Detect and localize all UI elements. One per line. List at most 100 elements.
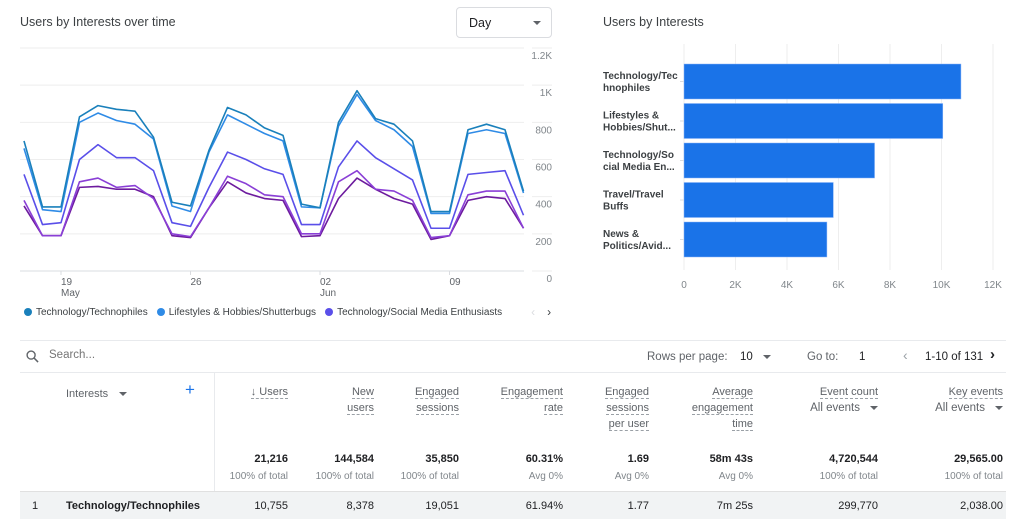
- dimension-header[interactable]: Interests: [66, 386, 128, 402]
- column-header-label: sessions: [416, 402, 459, 415]
- column-total-sub: Avg 0%: [614, 471, 649, 482]
- category-label: News &: [603, 229, 639, 240]
- chevron-down-icon: [762, 354, 771, 359]
- event-filter-dropdown[interactable]: All events: [935, 400, 1003, 416]
- bar[interactable]: [683, 103, 944, 139]
- category-label: hnophiles: [603, 83, 651, 94]
- row-cell: 19,051: [425, 500, 459, 512]
- column-header-label: Key events: [948, 386, 1003, 399]
- granularity-dropdown[interactable]: Day: [456, 7, 552, 38]
- goto-input[interactable]: 1: [859, 351, 865, 363]
- series-line-technology-technophiles[interactable]: [23, 89, 525, 213]
- column-total-sub: Avg 0%: [718, 471, 753, 482]
- column-total: 60.31%: [525, 453, 563, 465]
- column-total: 21,216: [254, 453, 288, 465]
- legend-item[interactable]: Technology/Technophiles: [24, 307, 148, 318]
- column-header-label: Event count: [819, 386, 878, 399]
- legend-dot-icon: [325, 308, 334, 316]
- chevron-down-icon: [119, 392, 128, 397]
- legend-next-icon[interactable]: ›: [547, 305, 551, 319]
- column-header-label: Engagement: [500, 386, 563, 399]
- legend-label: Technology/Technophiles: [36, 306, 148, 318]
- bar[interactable]: [683, 221, 828, 258]
- search-input[interactable]: [49, 349, 349, 361]
- legend-prev-icon[interactable]: ‹: [531, 305, 535, 319]
- next-page-button[interactable]: ›: [990, 346, 995, 363]
- x-tick-label: 02: [320, 277, 332, 288]
- column-header[interactable]: Key events All events: [935, 384, 1003, 416]
- y-tick-label: 0: [546, 274, 552, 285]
- y-tick-label: 200: [535, 237, 552, 248]
- legend-label: Technology/Social Media Enthusiasts: [337, 306, 503, 318]
- chevron-down-icon: [995, 405, 1003, 410]
- column-header-label: users: [347, 402, 374, 415]
- column-header-label: time: [732, 418, 753, 431]
- event-filter-dropdown[interactable]: All events: [810, 400, 878, 416]
- y-tick-label: 800: [535, 125, 552, 136]
- column-header[interactable]: New users: [347, 384, 374, 416]
- column-header-label: Engaged: [414, 386, 459, 399]
- column-total: 4,720,544: [829, 453, 878, 465]
- category-label: Politics/Avid...: [603, 241, 671, 252]
- column-header[interactable]: Average engagement time: [691, 384, 753, 432]
- chevron-down-icon: [533, 21, 541, 25]
- bar[interactable]: [683, 63, 962, 100]
- bar[interactable]: [683, 182, 834, 218]
- add-dimension-icon[interactable]: +: [185, 381, 195, 398]
- bar[interactable]: [683, 142, 875, 179]
- legend-label: Lifestyles & Hobbies/Shutterbugs: [168, 306, 317, 318]
- category-label: Lifestyles &: [603, 111, 659, 122]
- column-header-label: sessions: [606, 402, 649, 415]
- column-header[interactable]: Engaged sessions per user: [604, 384, 649, 432]
- column-header[interactable]: ↓ Users: [250, 384, 288, 400]
- column-total: 29,565.00: [954, 453, 1003, 465]
- y-tick-label: 400: [535, 200, 552, 211]
- column-header-label: ↓ Users: [250, 386, 288, 399]
- row-dimension[interactable]: Technology/Technophiles: [66, 500, 200, 512]
- event-filter-value: All events: [810, 402, 860, 414]
- column-header-label: Average: [712, 386, 753, 399]
- x-tick-sublabel: Jun: [320, 288, 336, 299]
- category-label: Travel/Travel: [603, 190, 664, 201]
- legend-item[interactable]: Lifestyles & Hobbies/Shutterbugs: [156, 306, 317, 318]
- category-label: Technology/Tec: [603, 71, 678, 82]
- row-cell: 7m 25s: [716, 500, 753, 512]
- column-header-label: rate: [544, 402, 563, 415]
- legend-item[interactable]: Technology/Social Media Enthusiasts: [325, 307, 502, 318]
- x-tick-label: 4K: [781, 280, 794, 291]
- bar-chart: 0 2K 4K 6K 8K 10K 12K Technology/Technophiles Li…: [603, 44, 1002, 291]
- y-tick-label: 600: [535, 163, 552, 174]
- line-chart-legend: Technology/Technophiles Lifestyles & Hobb…: [24, 305, 551, 319]
- column-header[interactable]: Event count All events: [810, 384, 878, 416]
- column-total: 144,584: [334, 453, 374, 465]
- y-tick-label: 1.2K: [531, 51, 552, 62]
- line-chart: 0 200 400 600 800 1K 1.2K 19May 26 02Jun 09: [20, 47, 552, 299]
- x-tick-label: 19: [61, 277, 73, 288]
- row-cell: 2,038.00: [960, 500, 1003, 512]
- series-line-news-politics-avid-news-readers[interactable]: [23, 177, 525, 241]
- granularity-value: Day: [469, 16, 492, 30]
- column-header[interactable]: Engagement rate: [500, 384, 563, 416]
- x-tick-label: 8K: [884, 280, 897, 291]
- column-total-sub: 100% of total: [315, 471, 374, 482]
- line-chart-title: Users by Interests over time: [20, 15, 176, 29]
- row-cell: 10,755: [254, 500, 288, 512]
- series-line-technology-social-media-enthusiasts[interactable]: [23, 140, 525, 230]
- rows-per-page-select[interactable]: 10: [740, 351, 771, 363]
- column-total-sub: 100% of total: [819, 471, 878, 482]
- x-tick-label: 0: [681, 280, 687, 291]
- dimension-header-label: Interests: [66, 388, 109, 400]
- event-filter-value: All events: [935, 402, 985, 414]
- column-total-sub: 100% of total: [229, 471, 288, 482]
- column-total-sub: 100% of total: [944, 471, 1003, 482]
- chevron-down-icon: [870, 405, 878, 410]
- row-cell: 61.94%: [525, 500, 563, 512]
- column-header[interactable]: Engaged sessions: [414, 384, 459, 416]
- table-row[interactable]: 1 Technology/Technophiles 10,755 8,378 19,…: [20, 491, 1006, 519]
- x-tick-label: 2K: [729, 280, 742, 291]
- column-total-sub: 100% of total: [400, 471, 459, 482]
- row-cell: 299,770: [838, 500, 878, 512]
- prev-page-button[interactable]: ‹: [903, 347, 908, 363]
- x-tick-sublabel: May: [61, 288, 80, 299]
- category-label: Technology/So: [603, 150, 674, 161]
